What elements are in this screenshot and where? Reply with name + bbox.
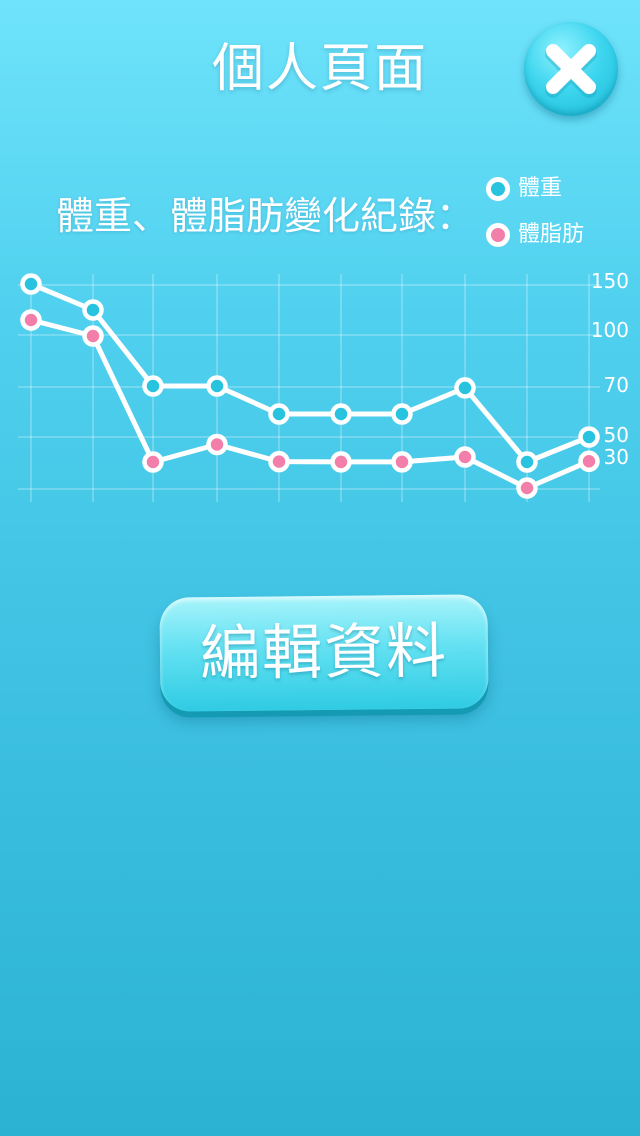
weight-dot-icon [486,177,510,201]
body-fat-point [391,451,413,473]
section-title: 體重、體脂肪變化紀錄： [56,194,475,238]
legend-label-weight: 體重 [518,176,563,201]
weight-point [578,426,600,448]
weight-point [20,273,42,295]
weight-point [391,403,413,425]
y-tick-label: 30 [604,445,629,469]
body-fat-dot-icon [486,223,510,247]
y-tick-label: 100 [591,318,629,342]
body-fat-point [516,477,538,499]
body-fat-point [268,450,290,473]
body-fat-point [578,450,600,473]
body-fat-point [330,451,352,473]
weight-point [142,375,164,397]
weight-point [82,299,104,321]
body-fat-point [82,325,104,347]
y-tick-label: 150 [591,269,629,293]
weight-point [330,403,352,425]
weight-point [516,451,538,473]
weight-series-line [28,281,592,465]
legend-label-body-fat: 體脂肪 [518,222,585,247]
weight-point [454,377,476,399]
close-button[interactable] [524,22,618,116]
weight-point [206,375,228,397]
body-fat-point [206,433,228,456]
weight-point [268,403,290,425]
close-x-icon [545,44,597,98]
body-fat-point [454,446,476,468]
body-fat-point [142,451,164,473]
body-fat-series-line [28,317,592,491]
body-fat-point [20,309,42,331]
y-tick-label: 70 [604,373,629,397]
edit-profile-button[interactable]: 編輯資料 [159,594,489,712]
body-record-chart: 150 100 70 5030 [18,269,629,502]
y-tick-label: 50 [604,423,629,447]
